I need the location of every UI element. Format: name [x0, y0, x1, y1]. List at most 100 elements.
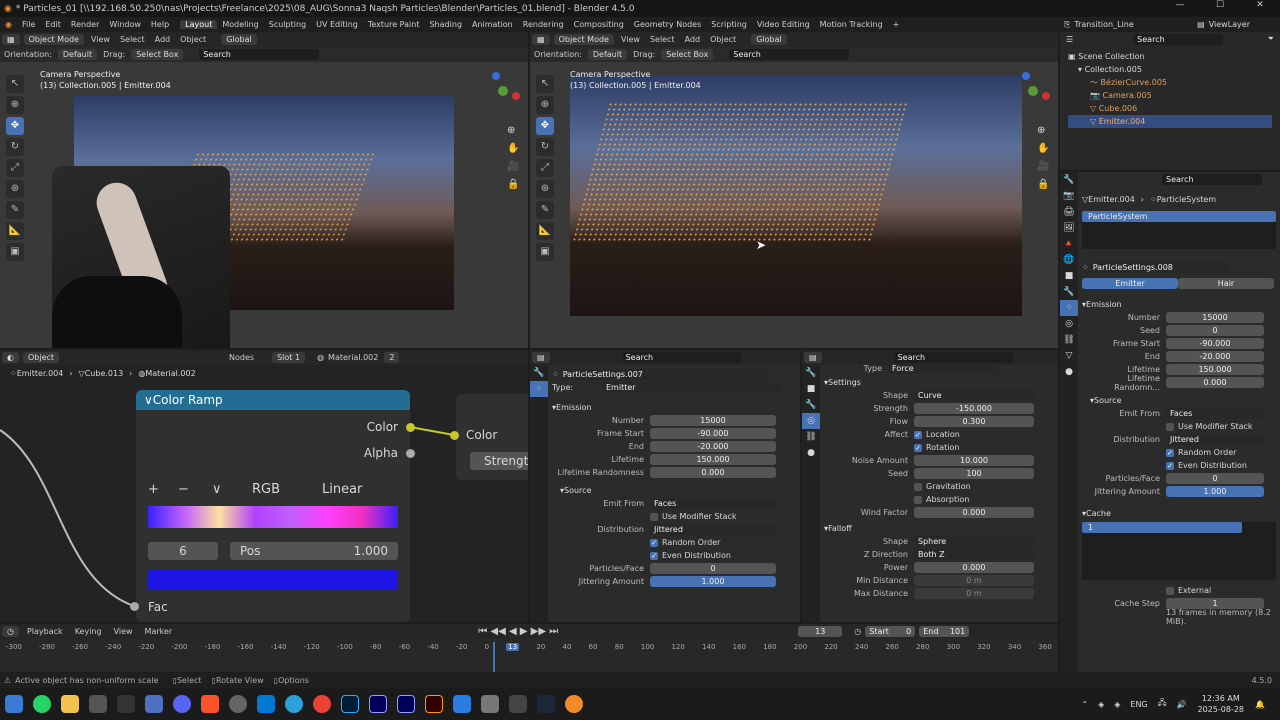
- force-editor-type-button[interactable]: ▤: [804, 352, 822, 363]
- blender-taskbar-icon[interactable]: [565, 695, 583, 713]
- force-material-tab-icon[interactable]: ●: [802, 445, 820, 461]
- mid-lifetime-field[interactable]: 150.000: [650, 454, 776, 465]
- number-field[interactable]: 15000: [1166, 312, 1264, 323]
- add-menu[interactable]: Add: [155, 35, 171, 44]
- mid-end-field[interactable]: -20.000: [650, 441, 776, 452]
- lifetime-field[interactable]: 150.000: [1166, 364, 1264, 375]
- mid-editor-type-button[interactable]: ▤: [532, 352, 550, 363]
- physics-tab-icon[interactable]: ◎: [1060, 316, 1078, 332]
- mid-use-modifier-row[interactable]: Use Modifier Stack: [552, 510, 796, 523]
- color-ramp-node[interactable]: ∨ Color Ramp Color Alpha + − ∨ RGB Linea…: [136, 390, 410, 622]
- end-frame-field[interactable]: End 101: [919, 626, 970, 637]
- mid-frame-start-field[interactable]: -90.000: [650, 428, 776, 439]
- right-measure-tool-icon[interactable]: 📐: [536, 222, 554, 240]
- zoom-icon[interactable]: ⊕: [507, 122, 519, 140]
- mid-particles-tab-icon[interactable]: ⁘: [530, 381, 548, 397]
- tab-shading[interactable]: Shading: [424, 20, 467, 29]
- power-field[interactable]: 0.000: [914, 562, 1034, 573]
- force-wind-field[interactable]: 0.000: [914, 507, 1034, 518]
- emission-strength-field[interactable]: Strengt: [470, 452, 528, 470]
- jittering-field[interactable]: 1.000: [1166, 486, 1264, 497]
- discord-icon[interactable]: [173, 695, 191, 713]
- menu-file[interactable]: File: [17, 20, 40, 29]
- color-ramp-header[interactable]: ∨ Color Ramp: [136, 390, 410, 410]
- add-workspace-button[interactable]: +: [888, 20, 905, 29]
- camera-view-icon[interactable]: 🎥: [507, 158, 519, 176]
- right-view-menu[interactable]: View: [621, 35, 640, 44]
- particle-system-list-item[interactable]: ParticleSystem: [1082, 211, 1276, 222]
- mid-use-modifier-checkbox[interactable]: [650, 512, 658, 521]
- external-checkbox[interactable]: [1166, 586, 1174, 595]
- tray-chevron-icon[interactable]: ⌃: [1081, 700, 1088, 709]
- start-icon[interactable]: [5, 695, 23, 713]
- use-modifier-stack-row[interactable]: Use Modifier Stack: [1082, 420, 1276, 433]
- object-tab-icon[interactable]: ■: [1060, 268, 1078, 284]
- mid-random-order-row[interactable]: ✓ Random Order: [552, 536, 796, 549]
- right-annotate-tool-icon[interactable]: ✎: [536, 201, 554, 219]
- force-tool-tab-icon[interactable]: 🔧: [802, 365, 820, 381]
- select-menu[interactable]: Select: [120, 35, 145, 44]
- right-cursor-tool-icon[interactable]: ⊕: [536, 96, 554, 114]
- ramp-menu-button[interactable]: ∨: [212, 482, 252, 497]
- file-explorer-icon[interactable]: [61, 695, 79, 713]
- output-tab-icon[interactable]: 🖨: [1060, 204, 1078, 220]
- right-rotate-tool-icon[interactable]: ↻: [536, 138, 554, 156]
- right-add-menu[interactable]: Add: [685, 35, 701, 44]
- particle-settings-field[interactable]: ParticleSettings.008: [1088, 262, 1229, 273]
- cursor-tool-icon[interactable]: ⊕: [6, 96, 24, 114]
- force-physics-tab-icon[interactable]: ◎: [802, 413, 820, 429]
- playhead[interactable]: [493, 642, 495, 672]
- constraints-tab-icon[interactable]: ⛓: [1060, 332, 1078, 348]
- collection-row[interactable]: ▾ Collection.005: [1068, 63, 1272, 76]
- emission-section[interactable]: ▾ Emission: [1082, 297, 1276, 311]
- stop-position-field[interactable]: Pos 1.000: [230, 542, 398, 560]
- mid-even-distribution-checkbox[interactable]: ✓: [650, 551, 658, 560]
- premiere-icon[interactable]: [369, 695, 387, 713]
- left-3d-viewport[interactable]: Camera Perspective (13) Collection.005 |…: [0, 62, 528, 348]
- start-frame-field[interactable]: Start 0: [865, 626, 916, 637]
- right-object-menu[interactable]: Object: [710, 35, 736, 44]
- chrome-icon[interactable]: [313, 695, 331, 713]
- cache-section[interactable]: ▾ Cache: [1082, 506, 1276, 520]
- right-lock-icon[interactable]: 🔒: [1037, 176, 1049, 194]
- right-zoom-icon[interactable]: ⊕: [1037, 122, 1049, 140]
- even-distribution-row[interactable]: ✓ Even Distribution: [1082, 459, 1276, 472]
- illustrator-icon[interactable]: [425, 695, 443, 713]
- force-flow-field[interactable]: 0.300: [914, 416, 1034, 427]
- material-tab-icon[interactable]: ●: [1060, 364, 1078, 380]
- annotate-tool-icon[interactable]: ✎: [6, 201, 24, 219]
- clock[interactable]: 12:36 AM 2025-08-28: [1198, 693, 1245, 715]
- tab-motion-tracking[interactable]: Motion Tracking: [815, 20, 888, 29]
- force-noise-field[interactable]: 10.000: [914, 455, 1034, 466]
- random-order-checkbox[interactable]: ✓: [1166, 448, 1174, 457]
- distribution-dropdown[interactable]: Jittered: [1166, 434, 1264, 445]
- navigation-gizmo[interactable]: [484, 72, 524, 112]
- steam-icon[interactable]: [537, 695, 555, 713]
- frame-start-field[interactable]: -90.000: [1166, 338, 1264, 349]
- outliner-item-curve[interactable]: 〜 BézierCurve.005: [1068, 76, 1272, 89]
- stop-color-swatch[interactable]: [148, 570, 398, 590]
- mid-distribution-dropdown[interactable]: Jittered: [650, 524, 776, 535]
- notification-icon[interactable]: 🔔: [1255, 700, 1265, 709]
- tab-rendering[interactable]: Rendering: [518, 20, 569, 29]
- lifetime-rand-field[interactable]: 0.000: [1166, 377, 1264, 388]
- force-constraints-tab-icon[interactable]: ⛓: [802, 429, 820, 445]
- gravitation-row[interactable]: Gravitation: [824, 480, 1054, 493]
- right-mode-dropdown[interactable]: Object Mode: [553, 34, 614, 45]
- add-stop-button[interactable]: +: [148, 482, 178, 497]
- menu-help[interactable]: Help: [146, 20, 174, 29]
- tab-layout[interactable]: Layout: [180, 20, 218, 29]
- calculator-icon[interactable]: [145, 695, 163, 713]
- shader-node-editor[interactable]: ◐ Object Nodes Slot 1 ◍ Material.002 2 ⁘…: [0, 350, 528, 622]
- tab-animation[interactable]: Animation: [467, 20, 518, 29]
- scale-tool-icon[interactable]: ⤢: [6, 159, 24, 177]
- outliner-search-input[interactable]: Search: [1133, 33, 1224, 45]
- particles-tab-icon[interactable]: ⁘: [1060, 300, 1078, 316]
- modifier-tab-icon[interactable]: 🔧: [1060, 284, 1078, 300]
- orientation-dropdown[interactable]: Default: [57, 49, 98, 60]
- right-scale-tool-icon[interactable]: ⤢: [536, 159, 554, 177]
- right-select-menu[interactable]: Select: [650, 35, 675, 44]
- force-affect-rotation-row[interactable]: ✓ Rotation: [824, 441, 1054, 454]
- transform-tool-icon[interactable]: ⊛: [6, 180, 24, 198]
- maximize-icon[interactable]: ☐: [1200, 0, 1240, 10]
